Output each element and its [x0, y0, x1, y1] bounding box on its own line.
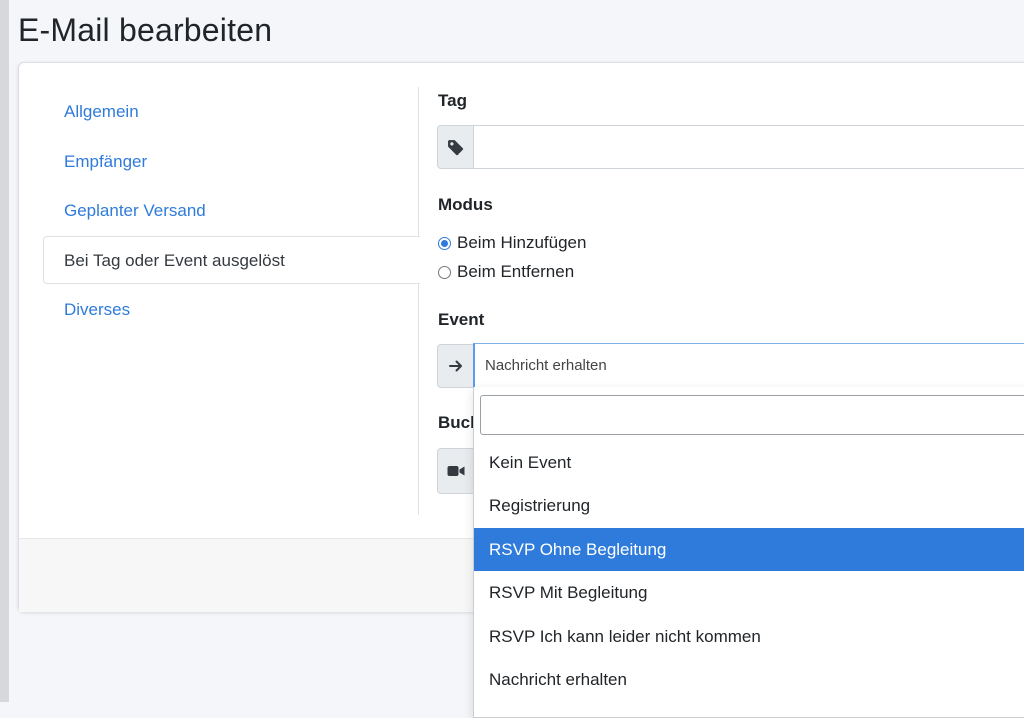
dropdown-option-rsvp-ohne-begleitung[interactable]: RSVP Ohne Begleitung [474, 528, 1024, 571]
tag-label: Tag [438, 91, 467, 110]
event-dropdown: Kein Event Registrierung RSVP Ohne Begle… [473, 387, 1024, 718]
radio-beim-entfernen[interactable]: Beim Entfernen [438, 262, 574, 282]
dropdown-option-nachricht-erhalten[interactable]: Nachricht erhalten [474, 658, 1024, 701]
event-label: Event [438, 310, 485, 329]
page-title: E-Mail bearbeiten [18, 12, 273, 48]
window-left-edge [0, 0, 9, 702]
dropdown-option-kein-event[interactable]: Kein Event [474, 441, 1024, 484]
modus-label: Modus [438, 195, 493, 214]
nav-item-allgemein[interactable]: Allgemein [43, 87, 420, 135]
dropdown-option-rsvp-nicht-kommen[interactable]: RSVP Ich kann leider nicht kommen [474, 615, 1024, 658]
dropdown-option-rsvp-mit-begleitung[interactable]: RSVP Mit Begleitung [474, 571, 1024, 614]
radio-label-hinzufuegen: Beim Hinzufügen [457, 233, 587, 252]
buchung-label: Buch [438, 413, 474, 432]
radio-unchecked-indicator[interactable] [438, 265, 451, 279]
radio-checked-indicator[interactable] [438, 236, 451, 250]
radio-label-entfernen: Beim Entfernen [457, 262, 575, 281]
nav-item-diverses[interactable]: Diverses [43, 285, 420, 333]
event-addon [437, 344, 474, 388]
nav-item-empfaenger[interactable]: Empfänger [43, 137, 420, 185]
settings-nav: Allgemein Empfänger Geplanter Versand Be… [43, 87, 420, 335]
event-select[interactable]: Nachricht erhalten [473, 343, 1024, 388]
buchung-addon [437, 448, 474, 494]
dropdown-option-registrierung[interactable]: Registrierung [474, 484, 1024, 527]
video-camera-icon [447, 466, 464, 476]
nav-item-tag-event[interactable]: Bei Tag oder Event ausgelöst [43, 235, 420, 284]
radio-beim-hinzufuegen[interactable]: Beim Hinzufügen [438, 233, 586, 253]
arrow-right-icon [448, 360, 462, 372]
dropdown-search-input[interactable] [480, 395, 1024, 435]
tag-input[interactable] [474, 125, 1024, 169]
tag-addon [437, 125, 474, 169]
tag-icon [448, 139, 464, 155]
nav-item-geplanter-versand[interactable]: Geplanter Versand [43, 186, 420, 234]
